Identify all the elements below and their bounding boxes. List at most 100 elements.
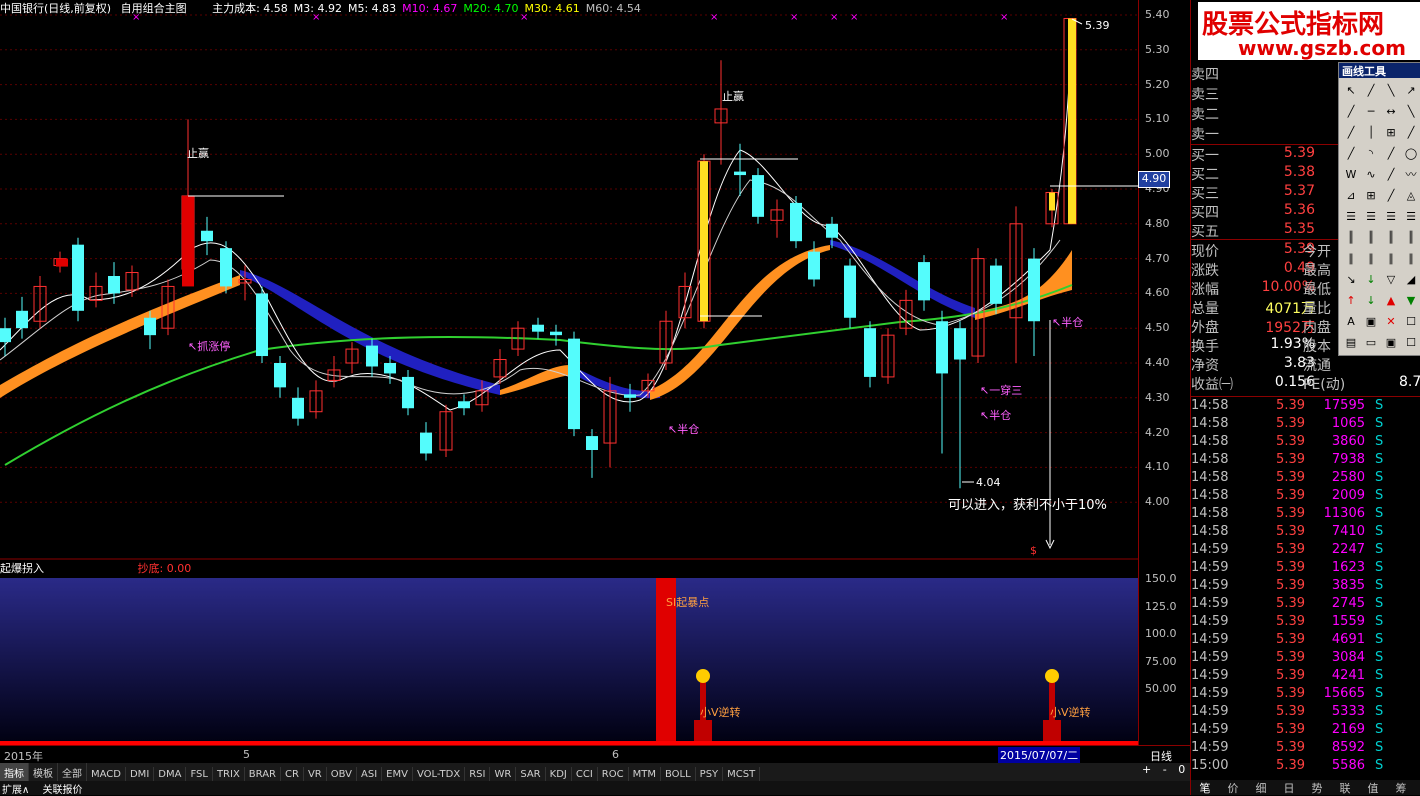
drawing-tool-icon[interactable]: ╱: [1343, 125, 1359, 141]
tab-vr[interactable]: VR: [304, 767, 327, 781]
quote-tab[interactable]: 值: [1359, 780, 1387, 796]
quote-tab[interactable]: 价: [1219, 780, 1247, 796]
quote-tab[interactable]: 联: [1331, 780, 1359, 796]
drawing-tool-icon[interactable]: ☰: [1363, 209, 1379, 225]
zoom-in-button[interactable]: +: [1142, 763, 1151, 776]
tab-macd[interactable]: MACD: [87, 767, 126, 781]
tab-全部[interactable]: 全部: [58, 763, 87, 781]
quote-tab[interactable]: 势: [1303, 780, 1331, 796]
tab-brar[interactable]: BRAR: [245, 767, 281, 781]
related-quote-button[interactable]: 关联报价: [43, 785, 83, 796]
drawing-tool-icon[interactable]: ║: [1383, 230, 1399, 246]
drawing-tool-icon[interactable]: ▽: [1383, 272, 1399, 288]
drawing-tool-icon[interactable]: ╱: [1363, 83, 1379, 99]
drawing-tool-icon[interactable]: ∥: [1363, 251, 1379, 267]
drawing-tool-icon[interactable]: 〰: [1403, 167, 1419, 183]
quote-tab[interactable]: 细: [1247, 780, 1275, 796]
tick-volume: 3835: [1331, 578, 1365, 593]
tab-dma[interactable]: DMA: [154, 767, 187, 781]
drawing-tool-icon[interactable]: ─: [1363, 104, 1379, 120]
tab-rsi[interactable]: RSI: [465, 767, 491, 781]
drawing-tool-icon[interactable]: ╱: [1383, 167, 1399, 183]
tab-fsl[interactable]: FSL: [186, 767, 213, 781]
drawing-tool-icon[interactable]: ◯: [1403, 146, 1419, 162]
drawing-tool-icon[interactable]: ∥: [1343, 251, 1359, 267]
drawing-tool-icon[interactable]: ║: [1363, 230, 1379, 246]
drawing-tool-icon[interactable]: ◬: [1403, 188, 1419, 204]
tab-boll[interactable]: BOLL: [661, 767, 696, 781]
tab-obv[interactable]: OBV: [327, 767, 357, 781]
drawing-tool-icon[interactable]: ▣: [1383, 335, 1399, 351]
drawing-tool-icon[interactable]: ↗: [1403, 83, 1419, 99]
drawing-tool-icon[interactable]: │: [1363, 125, 1379, 141]
drawing-tool-icon[interactable]: ✕: [1383, 314, 1399, 330]
quote-tab[interactable]: 笔: [1191, 780, 1219, 796]
drawing-tool-icon[interactable]: ↔: [1383, 104, 1399, 120]
date-month-5: 5: [243, 748, 250, 761]
drawing-tool-icon[interactable]: ▼: [1403, 293, 1419, 309]
drawing-toolbox[interactable]: 画线工具 ↖ ╱ ╲ ↗ ╱ ─ ↔ ╲ ╱ │ ⊞ ╱ ╱ ◝ ╱ ◯ W ∿ ╱ 〰 ⊿ ⊞ ╱ ◬ ☰ ☰ ☰ ☰ ║ ║ ║ ║ ∥ ∥ ∥…: [1338, 62, 1420, 356]
drawing-tool-icon[interactable]: ☐: [1403, 335, 1419, 351]
drawing-tool-icon[interactable]: ╱: [1343, 146, 1359, 162]
drawing-tool-icon[interactable]: ☐: [1403, 314, 1419, 330]
drawing-tool-icon[interactable]: ◢: [1403, 272, 1419, 288]
drawing-tool-icon[interactable]: ║: [1403, 230, 1419, 246]
tick-row: 14:58 5.39 1065 S: [1191, 416, 1420, 434]
drawing-tool-icon[interactable]: ▭: [1363, 335, 1379, 351]
drawing-tool-icon[interactable]: ∥: [1383, 251, 1399, 267]
tab-vol-tdx[interactable]: VOL-TDX: [413, 767, 466, 781]
drawing-tool-icon[interactable]: ⊞: [1363, 188, 1379, 204]
drawing-tool-icon[interactable]: A: [1343, 314, 1359, 330]
quote-tab[interactable]: 筹: [1387, 780, 1415, 796]
tab-wr[interactable]: WR: [490, 767, 517, 781]
tab-roc[interactable]: ROC: [598, 767, 629, 781]
drawing-tool-icon[interactable]: ☰: [1383, 209, 1399, 225]
indicator-panel[interactable]: [0, 560, 1138, 745]
main-price-chart[interactable]: × × × × × × × ×: [0, 0, 1138, 560]
drawing-tool-icon[interactable]: ◝: [1363, 146, 1379, 162]
tab-psy[interactable]: PSY: [696, 767, 724, 781]
drawing-tool-icon[interactable]: ⊿: [1343, 188, 1359, 204]
tab-emv[interactable]: EMV: [382, 767, 413, 781]
reset-button[interactable]: 0: [1178, 763, 1185, 776]
drawing-tool-icon[interactable]: ⊞: [1383, 125, 1399, 141]
drawing-tool-icon[interactable]: ╱: [1343, 104, 1359, 120]
expand-button[interactable]: 扩展∧: [2, 785, 29, 796]
tab-cr[interactable]: CR: [281, 767, 304, 781]
drawing-tool-icon[interactable]: ↖: [1343, 83, 1359, 99]
drawing-tool-icon[interactable]: ▣: [1363, 314, 1379, 330]
tab-sar[interactable]: SAR: [516, 767, 546, 781]
tab-指标[interactable]: 指标: [0, 763, 29, 781]
tab-mtm[interactable]: MTM: [629, 767, 661, 781]
drawing-tool-icon[interactable]: ↓: [1363, 293, 1379, 309]
drawing-tool-icon[interactable]: ↘: [1343, 272, 1359, 288]
toolbox-title[interactable]: 画线工具: [1339, 63, 1420, 78]
tab-asi[interactable]: ASI: [357, 767, 383, 781]
drawing-tool-icon[interactable]: ╱: [1383, 146, 1399, 162]
drawing-tool-icon[interactable]: ∥: [1403, 251, 1419, 267]
drawing-tool-icon[interactable]: ║: [1343, 230, 1359, 246]
drawing-tool-icon[interactable]: ∿: [1363, 167, 1379, 183]
tab-dmi[interactable]: DMI: [126, 767, 155, 781]
drawing-tool-icon[interactable]: W: [1343, 167, 1359, 183]
drawing-tool-icon[interactable]: ▤: [1343, 335, 1359, 351]
quote-tab[interactable]: 日: [1275, 780, 1303, 796]
drawing-tool-icon[interactable]: ╱: [1383, 188, 1399, 204]
tab-模板[interactable]: 模板: [29, 763, 58, 781]
drawing-tool-icon[interactable]: ▲: [1383, 293, 1399, 309]
tick-volume: 4691: [1331, 632, 1365, 647]
tab-mcst[interactable]: MCST: [723, 767, 761, 781]
tab-cci[interactable]: CCI: [572, 767, 598, 781]
drawing-tool-icon[interactable]: ☰: [1403, 209, 1419, 225]
drawing-tool-icon[interactable]: ╲: [1403, 104, 1419, 120]
tab-kdj[interactable]: KDJ: [546, 767, 572, 781]
drawing-tool-icon[interactable]: ↑: [1343, 293, 1359, 309]
drawing-tool-icon[interactable]: ╱: [1403, 125, 1419, 141]
drawing-tool-icon[interactable]: ☰: [1343, 209, 1359, 225]
zoom-out-button[interactable]: -: [1163, 763, 1167, 776]
drawing-tool-icon[interactable]: ╲: [1383, 83, 1399, 99]
drawing-tool-icon[interactable]: ↓: [1363, 272, 1379, 288]
price-gridlines: [0, 14, 1138, 560]
tick-time: 14:59: [1191, 650, 1229, 665]
tab-trix[interactable]: TRIX: [213, 767, 245, 781]
